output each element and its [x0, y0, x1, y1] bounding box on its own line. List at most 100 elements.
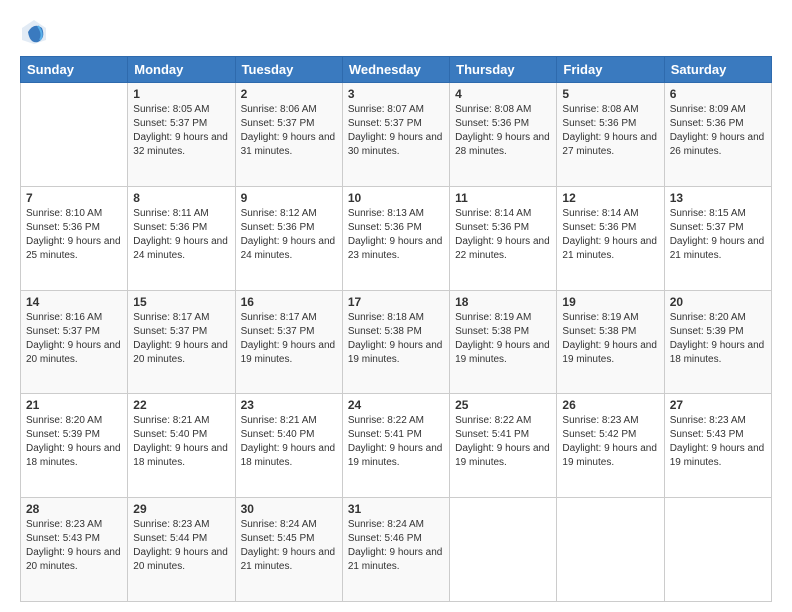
calendar-cell: 1 Sunrise: 8:05 AM Sunset: 5:37 PM Daylig…	[128, 83, 235, 187]
calendar-cell: 26 Sunrise: 8:23 AM Sunset: 5:42 PM Dayli…	[557, 394, 664, 498]
day-number: 5	[562, 87, 658, 101]
day-number: 21	[26, 398, 122, 412]
day-number: 27	[670, 398, 766, 412]
day-number: 19	[562, 295, 658, 309]
calendar-table: SundayMondayTuesdayWednesdayThursdayFrid…	[20, 56, 772, 602]
day-number: 29	[133, 502, 229, 516]
logo-icon	[20, 18, 48, 46]
day-info: Sunrise: 8:23 AM Sunset: 5:42 PM Dayligh…	[562, 414, 658, 470]
calendar-cell	[21, 83, 128, 187]
calendar-cell: 8 Sunrise: 8:11 AM Sunset: 5:36 PM Daylig…	[128, 186, 235, 290]
calendar-cell: 15 Sunrise: 8:17 AM Sunset: 5:37 PM Dayli…	[128, 290, 235, 394]
day-number: 1	[133, 87, 229, 101]
day-info: Sunrise: 8:07 AM Sunset: 5:37 PM Dayligh…	[348, 103, 444, 159]
calendar-cell: 7 Sunrise: 8:10 AM Sunset: 5:36 PM Daylig…	[21, 186, 128, 290]
calendar-week-row: 21 Sunrise: 8:20 AM Sunset: 5:39 PM Dayli…	[21, 394, 772, 498]
day-number: 15	[133, 295, 229, 309]
day-number: 8	[133, 191, 229, 205]
day-info: Sunrise: 8:09 AM Sunset: 5:36 PM Dayligh…	[670, 103, 766, 159]
calendar-cell: 21 Sunrise: 8:20 AM Sunset: 5:39 PM Dayli…	[21, 394, 128, 498]
day-info: Sunrise: 8:21 AM Sunset: 5:40 PM Dayligh…	[241, 414, 337, 470]
day-info: Sunrise: 8:14 AM Sunset: 5:36 PM Dayligh…	[562, 207, 658, 263]
day-info: Sunrise: 8:17 AM Sunset: 5:37 PM Dayligh…	[133, 311, 229, 367]
day-of-week-header: Wednesday	[342, 57, 449, 83]
day-info: Sunrise: 8:23 AM Sunset: 5:44 PM Dayligh…	[133, 518, 229, 574]
calendar-cell	[664, 498, 771, 602]
logo	[20, 18, 52, 46]
day-info: Sunrise: 8:14 AM Sunset: 5:36 PM Dayligh…	[455, 207, 551, 263]
day-info: Sunrise: 8:10 AM Sunset: 5:36 PM Dayligh…	[26, 207, 122, 263]
day-info: Sunrise: 8:15 AM Sunset: 5:37 PM Dayligh…	[670, 207, 766, 263]
day-number: 12	[562, 191, 658, 205]
day-info: Sunrise: 8:12 AM Sunset: 5:36 PM Dayligh…	[241, 207, 337, 263]
day-number: 9	[241, 191, 337, 205]
day-number: 10	[348, 191, 444, 205]
calendar-cell: 9 Sunrise: 8:12 AM Sunset: 5:36 PM Daylig…	[235, 186, 342, 290]
day-info: Sunrise: 8:08 AM Sunset: 5:36 PM Dayligh…	[562, 103, 658, 159]
day-of-week-header: Sunday	[21, 57, 128, 83]
day-number: 16	[241, 295, 337, 309]
day-of-week-header: Monday	[128, 57, 235, 83]
day-number: 23	[241, 398, 337, 412]
day-number: 11	[455, 191, 551, 205]
day-number: 22	[133, 398, 229, 412]
day-info: Sunrise: 8:06 AM Sunset: 5:37 PM Dayligh…	[241, 103, 337, 159]
calendar-cell: 16 Sunrise: 8:17 AM Sunset: 5:37 PM Dayli…	[235, 290, 342, 394]
day-number: 14	[26, 295, 122, 309]
day-info: Sunrise: 8:22 AM Sunset: 5:41 PM Dayligh…	[455, 414, 551, 470]
day-info: Sunrise: 8:23 AM Sunset: 5:43 PM Dayligh…	[26, 518, 122, 574]
header	[20, 18, 772, 46]
calendar-cell: 30 Sunrise: 8:24 AM Sunset: 5:45 PM Dayli…	[235, 498, 342, 602]
day-info: Sunrise: 8:18 AM Sunset: 5:38 PM Dayligh…	[348, 311, 444, 367]
day-number: 3	[348, 87, 444, 101]
calendar-body: 1 Sunrise: 8:05 AM Sunset: 5:37 PM Daylig…	[21, 83, 772, 602]
calendar-cell: 31Sunrise: 8:24 AM Sunset: 5:46 PM Dayli…	[342, 498, 449, 602]
day-number: 30	[241, 502, 337, 516]
day-of-week-header: Friday	[557, 57, 664, 83]
calendar-cell: 5 Sunrise: 8:08 AM Sunset: 5:36 PM Daylig…	[557, 83, 664, 187]
calendar-header: SundayMondayTuesdayWednesdayThursdayFrid…	[21, 57, 772, 83]
calendar-week-row: 7 Sunrise: 8:10 AM Sunset: 5:36 PM Daylig…	[21, 186, 772, 290]
calendar-cell: 6 Sunrise: 8:09 AM Sunset: 5:36 PM Daylig…	[664, 83, 771, 187]
calendar-cell: 12 Sunrise: 8:14 AM Sunset: 5:36 PM Dayli…	[557, 186, 664, 290]
calendar-week-row: 14Sunrise: 8:16 AM Sunset: 5:37 PM Dayli…	[21, 290, 772, 394]
day-number: 7	[26, 191, 122, 205]
calendar-cell: 18 Sunrise: 8:19 AM Sunset: 5:38 PM Dayli…	[450, 290, 557, 394]
calendar-cell: 19Sunrise: 8:19 AM Sunset: 5:38 PM Dayli…	[557, 290, 664, 394]
day-number: 18	[455, 295, 551, 309]
day-number: 26	[562, 398, 658, 412]
day-number: 25	[455, 398, 551, 412]
calendar-cell: 14Sunrise: 8:16 AM Sunset: 5:37 PM Dayli…	[21, 290, 128, 394]
day-info: Sunrise: 8:22 AM Sunset: 5:41 PM Dayligh…	[348, 414, 444, 470]
calendar-cell: 25 Sunrise: 8:22 AM Sunset: 5:41 PM Dayli…	[450, 394, 557, 498]
day-info: Sunrise: 8:08 AM Sunset: 5:36 PM Dayligh…	[455, 103, 551, 159]
day-of-week-header: Thursday	[450, 57, 557, 83]
calendar-cell: 27 Sunrise: 8:23 AM Sunset: 5:43 PM Dayli…	[664, 394, 771, 498]
day-info: Sunrise: 8:24 AM Sunset: 5:45 PM Dayligh…	[241, 518, 337, 574]
calendar-cell: 13Sunrise: 8:15 AM Sunset: 5:37 PM Dayli…	[664, 186, 771, 290]
day-info: Sunrise: 8:21 AM Sunset: 5:40 PM Dayligh…	[133, 414, 229, 470]
day-number: 6	[670, 87, 766, 101]
day-number: 28	[26, 502, 122, 516]
calendar-cell	[450, 498, 557, 602]
day-info: Sunrise: 8:19 AM Sunset: 5:38 PM Dayligh…	[455, 311, 551, 367]
calendar-cell: 28 Sunrise: 8:23 AM Sunset: 5:43 PM Dayli…	[21, 498, 128, 602]
day-info: Sunrise: 8:23 AM Sunset: 5:43 PM Dayligh…	[670, 414, 766, 470]
calendar-cell: 20 Sunrise: 8:20 AM Sunset: 5:39 PM Dayli…	[664, 290, 771, 394]
day-info: Sunrise: 8:20 AM Sunset: 5:39 PM Dayligh…	[670, 311, 766, 367]
day-number: 2	[241, 87, 337, 101]
calendar-cell	[557, 498, 664, 602]
calendar-cell: 4 Sunrise: 8:08 AM Sunset: 5:36 PM Daylig…	[450, 83, 557, 187]
day-info: Sunrise: 8:20 AM Sunset: 5:39 PM Dayligh…	[26, 414, 122, 470]
day-number: 4	[455, 87, 551, 101]
day-info: Sunrise: 8:05 AM Sunset: 5:37 PM Dayligh…	[133, 103, 229, 159]
calendar-cell: 22 Sunrise: 8:21 AM Sunset: 5:40 PM Dayli…	[128, 394, 235, 498]
day-of-week-header: Tuesday	[235, 57, 342, 83]
day-number: 20	[670, 295, 766, 309]
calendar-cell: 11 Sunrise: 8:14 AM Sunset: 5:36 PM Dayli…	[450, 186, 557, 290]
day-info: Sunrise: 8:24 AM Sunset: 5:46 PM Dayligh…	[348, 518, 444, 574]
calendar-week-row: 1 Sunrise: 8:05 AM Sunset: 5:37 PM Daylig…	[21, 83, 772, 187]
calendar-cell: 24Sunrise: 8:22 AM Sunset: 5:41 PM Dayli…	[342, 394, 449, 498]
day-info: Sunrise: 8:17 AM Sunset: 5:37 PM Dayligh…	[241, 311, 337, 367]
day-info: Sunrise: 8:11 AM Sunset: 5:36 PM Dayligh…	[133, 207, 229, 263]
